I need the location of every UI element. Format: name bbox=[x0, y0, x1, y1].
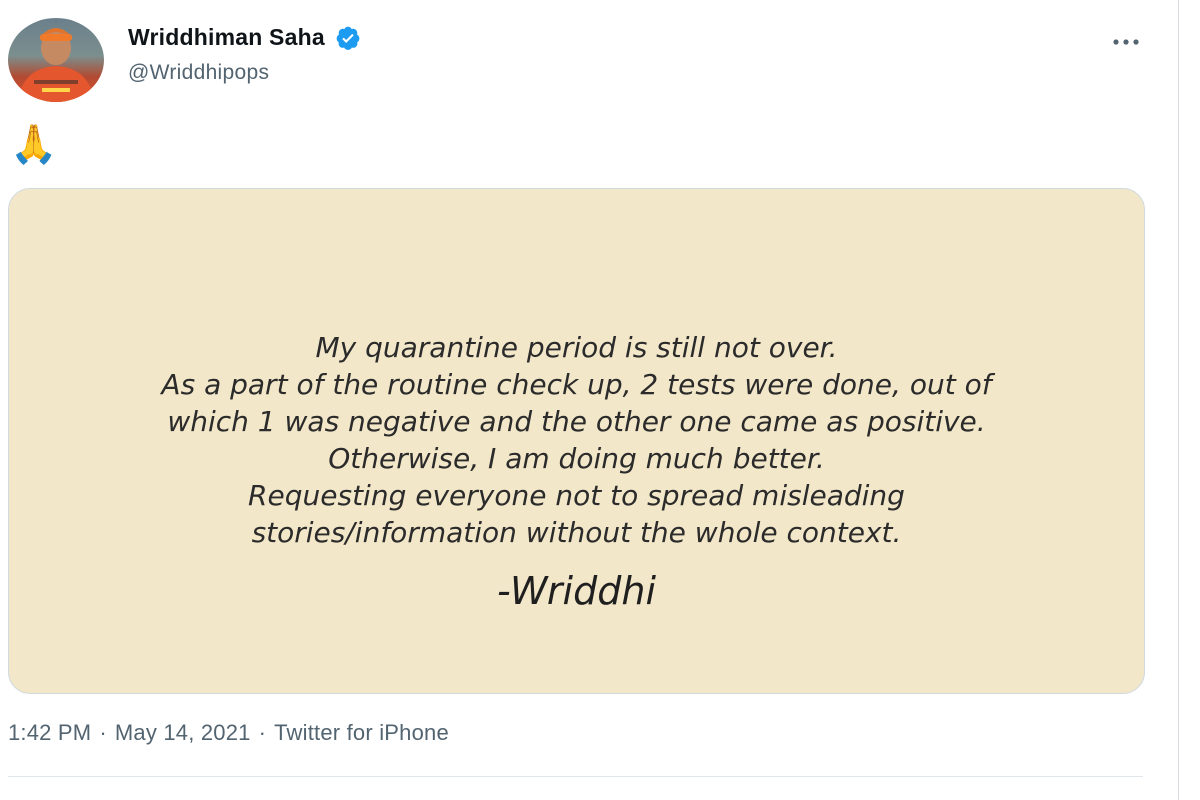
author-display-name[interactable]: Wriddhiman Saha bbox=[128, 24, 325, 51]
statement-signature: -Wriddhi bbox=[496, 569, 656, 613]
tweet-metadata: 1:42 PM · May 14, 2021 · Twitter for iPhone bbox=[8, 720, 449, 746]
statement-text: My quarantine period is still not over. … bbox=[9, 329, 1144, 617]
meta-separator: · bbox=[99, 720, 107, 745]
tweet-header: Wriddhiman Saha @Wriddhipops bbox=[8, 18, 1158, 102]
statement-line: Requesting everyone not to spread mislea… bbox=[248, 479, 905, 512]
avatar-photo-icon bbox=[18, 28, 94, 102]
tweet-time[interactable]: 1:42 PM bbox=[8, 720, 91, 746]
bottom-divider bbox=[8, 776, 1143, 777]
tweet-date[interactable]: May 14, 2021 bbox=[115, 720, 251, 746]
statement-line: Otherwise, I am doing much better. bbox=[328, 442, 825, 475]
more-options-button[interactable] bbox=[1108, 32, 1144, 52]
tweet-media-image[interactable]: My quarantine period is still not over. … bbox=[8, 188, 1145, 694]
folded-hands-emoji: 🙏 bbox=[10, 122, 58, 166]
avatar[interactable] bbox=[8, 18, 104, 102]
verified-badge-icon bbox=[336, 26, 360, 50]
statement-line: stories/information without the whole co… bbox=[251, 516, 902, 549]
statement-line: which 1 was negative and the other one c… bbox=[167, 405, 986, 438]
author-handle[interactable]: @Wriddhipops bbox=[128, 61, 361, 85]
statement-line: As a part of the routine check up, 2 tes… bbox=[161, 368, 992, 401]
meta-separator: · bbox=[258, 720, 267, 745]
frame-divider bbox=[1178, 0, 1179, 800]
statement-line: My quarantine period is still not over. bbox=[315, 331, 838, 364]
tweet-source[interactable]: Twitter for iPhone bbox=[274, 720, 449, 746]
author-block: Wriddhiman Saha @Wriddhipops bbox=[128, 24, 361, 85]
more-horizontal-icon bbox=[1113, 39, 1139, 45]
